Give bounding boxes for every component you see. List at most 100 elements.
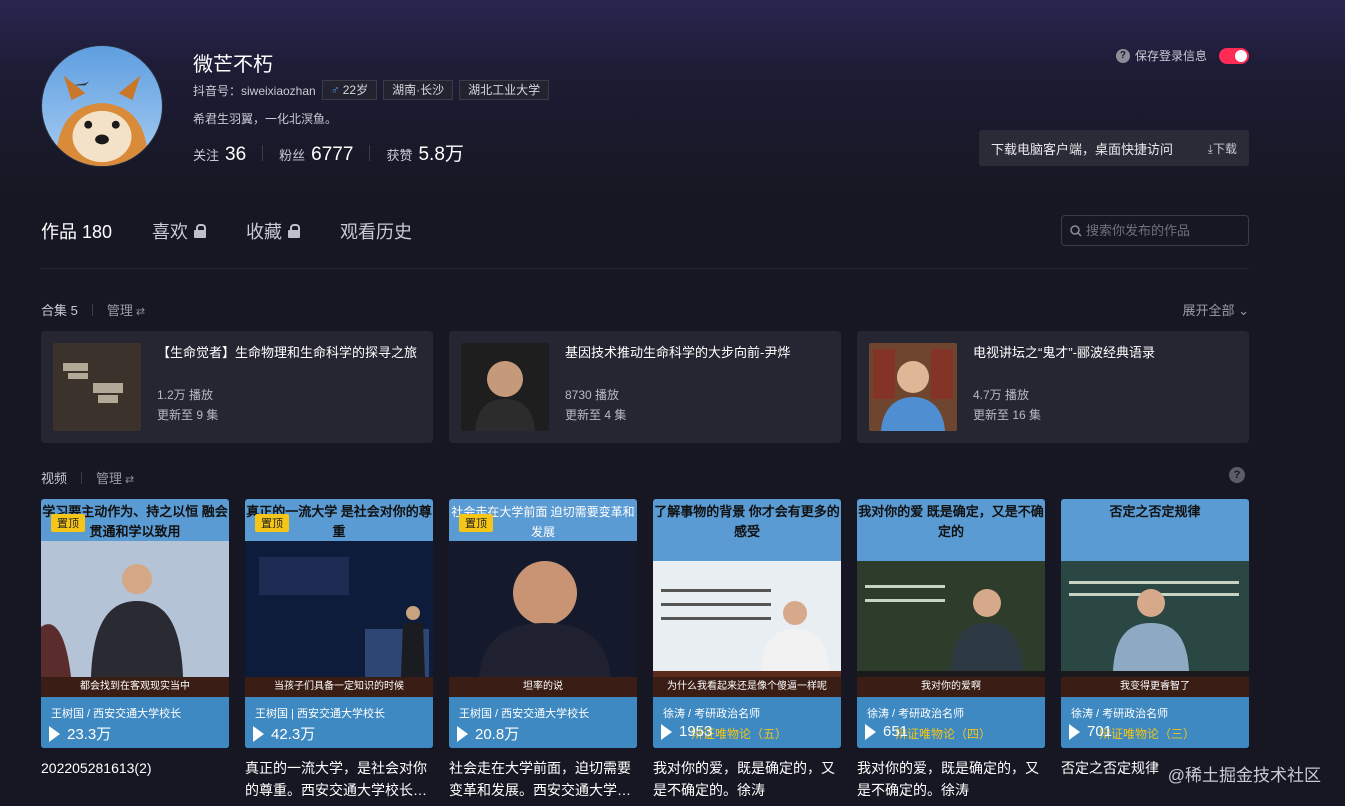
- video-thumbnail[interactable]: 否定之否定规律 我变得更睿智了 徐涛 / 考研政治名师 辩证唯物论（三） 701: [1061, 499, 1249, 748]
- video-card[interactable]: 了解事物的背景 你才会有更多的感受 为什么我看起来还是像个傻逼一样呢 徐涛 / …: [653, 499, 841, 801]
- collection-plays: 8730 播放: [565, 388, 620, 402]
- tab-history[interactable]: 观看历史: [340, 218, 412, 244]
- search-input[interactable]: [1086, 223, 1236, 238]
- save-login-row: ? 保存登录信息: [1115, 47, 1249, 64]
- followers-stat[interactable]: 粉丝 6777: [279, 144, 353, 166]
- video-thumbnail[interactable]: 学习要主动作为、持之以恒 融会贯通和学以致用 置顶 都会找到在客观现实当中 王树…: [41, 499, 229, 748]
- lock-icon: [194, 224, 207, 238]
- age-text: 22岁: [342, 83, 369, 97]
- video-description[interactable]: 真正的一流大学，是社会对你的尊重。西安交通大学校长…: [245, 757, 433, 801]
- pinned-badge: 置顶: [51, 514, 85, 532]
- videos-header: 视频 管理 ⇄: [41, 468, 134, 487]
- following-label: 关注: [193, 148, 220, 163]
- tab-label: 收藏: [246, 222, 283, 242]
- video-author: 徐涛 / 考研政治名师: [867, 708, 965, 720]
- video-play-count: 651: [865, 723, 908, 740]
- collections-header: 合集 5 管理 ⇄: [41, 300, 145, 319]
- collections-list: 【生命觉者】生命物理和生命科学的探寻之旅 1.2万 播放 更新至 9 集 基因技…: [41, 331, 1265, 443]
- video-card[interactable]: 我对你的爱 既是确定，又是不确定的 我对你的爱啊 徐涛 / 考研政治名师 辩证唯…: [857, 499, 1045, 801]
- video-card[interactable]: 否定之否定规律 我变得更睿智了 徐涛 / 考研政治名师 辩证唯物论（三） 701…: [1061, 499, 1249, 801]
- video-caption: 都会找到在客观现实当中: [41, 677, 229, 697]
- videos-title: 视频: [41, 471, 68, 486]
- video-play-count: 20.8万: [457, 723, 519, 744]
- tab-favorites[interactable]: 收藏: [246, 218, 301, 244]
- play-count-text: 20.8万: [475, 726, 520, 743]
- watermark: @稀土掘金技术社区: [1167, 766, 1321, 785]
- swap-icon: ⇄: [135, 306, 146, 318]
- download-banner[interactable]: 下载电脑客户端，桌面快捷访问 ⤓下载: [979, 130, 1249, 166]
- cover-image: [461, 343, 549, 431]
- video-description[interactable]: 社会走在大学前面，迫切需要变革和发展。西安交通大学…: [449, 757, 637, 801]
- tab-label: 观看历史: [340, 222, 413, 242]
- collection-card[interactable]: 电视讲坛之“鬼才”-郦波经典语录 4.7万 播放 更新至 16 集: [857, 331, 1249, 443]
- save-login-label: 保存登录信息: [1134, 49, 1207, 63]
- tab-works[interactable]: 作品 180: [41, 218, 112, 244]
- avatar[interactable]: [41, 45, 163, 167]
- likes-label: 获赞: [386, 148, 413, 163]
- collection-updates: 更新至 16 集: [973, 408, 1042, 422]
- video-thumbnail[interactable]: 真正的一流大学 是社会对你的尊重 置顶 当孩子们具备一定知识的时候 王树国 | …: [245, 499, 433, 748]
- header-background: [0, 0, 1345, 200]
- douyin-id: 抖音号：siweixiaozhan: [193, 83, 316, 98]
- video-play-count: 1953: [661, 723, 712, 740]
- collection-updates: 更新至 4 集: [565, 408, 627, 422]
- school-tag: 湖北工业大学: [459, 80, 550, 100]
- stat-divider: [262, 144, 264, 161]
- play-icon: [253, 725, 264, 742]
- works-search[interactable]: [1061, 215, 1249, 246]
- collection-cover: [53, 343, 141, 431]
- pinned-badge: 置顶: [255, 514, 289, 532]
- collection-updates: 更新至 9 集: [157, 408, 219, 422]
- video-card[interactable]: 学习要主动作为、持之以恒 融会贯通和学以致用 置顶 都会找到在客观现实当中 王树…: [41, 499, 229, 801]
- expand-label: 展开全部: [1182, 303, 1235, 318]
- collections-manage-button[interactable]: 管理 ⇄: [107, 300, 145, 319]
- collection-title: 基因技术推动生命科学的大步向前-尹烨: [565, 345, 791, 360]
- video-author: 徐涛 / 考研政治名师: [1071, 708, 1169, 720]
- play-icon: [661, 723, 672, 740]
- play-count-text: 23.3万: [67, 726, 112, 743]
- collection-info: 【生命觉者】生命物理和生命科学的探寻之旅 1.2万 播放 更新至 9 集: [157, 343, 417, 431]
- play-count-text: 651: [883, 723, 909, 740]
- video-author: 王树国 / 西安交通大学校长: [51, 708, 182, 720]
- cover-image: [869, 343, 957, 431]
- video-author: 王树国 | 西安交通大学校长: [255, 708, 385, 720]
- expand-all-button[interactable]: 展开全部 ⌄: [1182, 300, 1249, 319]
- following-stat[interactable]: 关注 36: [193, 144, 246, 166]
- video-headline: 否定之否定规律: [1109, 504, 1201, 519]
- video-thumbnail[interactable]: 社会走在大学前面 迫切需要变革和发展 置顶 坦率的说 王树国 / 西安交通大学校…: [449, 499, 637, 748]
- play-icon: [49, 725, 60, 742]
- play-icon: [457, 725, 468, 742]
- help-icon[interactable]: ?: [1115, 48, 1130, 63]
- video-play-count: 23.3万: [49, 723, 111, 744]
- video-grid: 学习要主动作为、持之以恒 融会贯通和学以致用 置顶 都会找到在客观现实当中 王树…: [41, 499, 1265, 801]
- collection-cover: [869, 343, 957, 431]
- play-icon: [1069, 723, 1080, 740]
- tab-label: 喜欢: [152, 222, 189, 242]
- video-card[interactable]: 社会走在大学前面 迫切需要变革和发展 置顶 坦率的说 王树国 / 西安交通大学校…: [449, 499, 637, 801]
- videos-manage-button[interactable]: 管理 ⇄: [96, 468, 134, 487]
- tabs-divider: [41, 268, 1249, 269]
- collection-plays: 4.7万 播放: [973, 388, 1030, 402]
- video-description[interactable]: 我对你的爱，既是确定的，又是不确定的。徐涛: [857, 757, 1045, 801]
- collection-card[interactable]: 【生命觉者】生命物理和生命科学的探寻之旅 1.2万 播放 更新至 9 集: [41, 331, 433, 443]
- play-icon: [865, 723, 876, 740]
- video-author: 徐涛 / 考研政治名师: [663, 708, 761, 720]
- tab-likes[interactable]: 喜欢: [152, 218, 207, 244]
- likes-count: 5.8万: [418, 144, 464, 165]
- video-thumbnail[interactable]: 我对你的爱 既是确定，又是不确定的 我对你的爱啊 徐涛 / 考研政治名师 辩证唯…: [857, 499, 1045, 748]
- video-description[interactable]: 202205281613(2): [41, 757, 229, 801]
- download-button-label: 下载: [1212, 141, 1237, 156]
- video-description[interactable]: 我对你的爱，既是确定的，又是不确定的。徐涛: [653, 757, 841, 801]
- collection-card[interactable]: 基因技术推动生命科学的大步向前-尹烨 8730 播放 更新至 4 集: [449, 331, 841, 443]
- download-button[interactable]: ⤓下载: [1208, 140, 1237, 157]
- manage-label: 管理: [96, 471, 123, 486]
- cover-image: [53, 343, 141, 431]
- lock-icon: [288, 224, 301, 238]
- swap-icon: ⇄: [125, 474, 135, 486]
- video-thumbnail[interactable]: 了解事物的背景 你才会有更多的感受 为什么我看起来还是像个傻逼一样呢 徐涛 / …: [653, 499, 841, 748]
- download-text: 下载电脑客户端，桌面快捷访问: [991, 141, 1174, 157]
- help-icon[interactable]: ?: [1229, 467, 1245, 483]
- bio: 希君生羽翼，一化北溟鱼。: [193, 112, 338, 126]
- save-login-toggle[interactable]: [1219, 47, 1249, 64]
- video-card[interactable]: 真正的一流大学 是社会对你的尊重 置顶 当孩子们具备一定知识的时候 王树国 | …: [245, 499, 433, 801]
